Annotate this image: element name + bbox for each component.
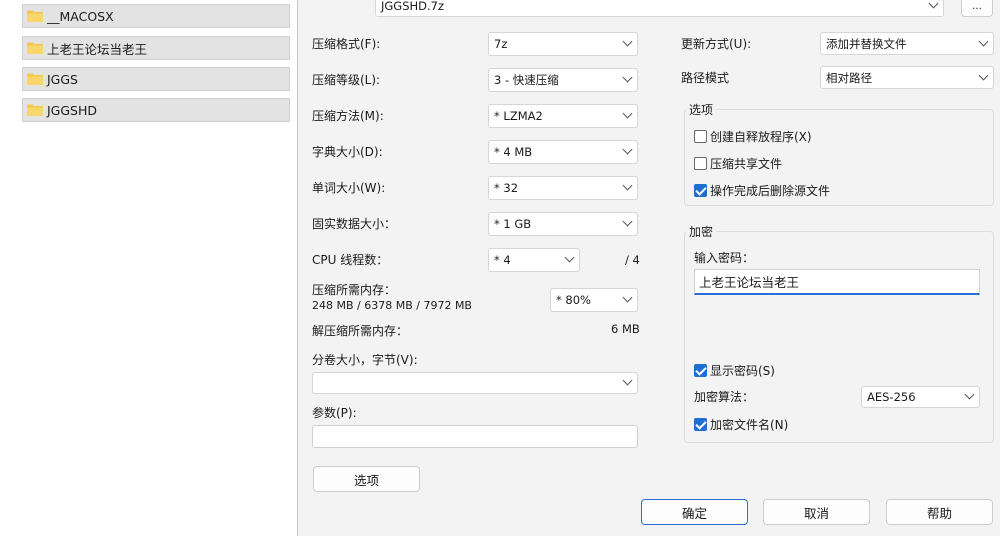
add-to-archive-dialog: JGGSHD.7z ... 压缩格式(F): 7z 压缩等级(L): 3 - 快… xyxy=(297,0,1000,536)
level-value: 3 - 快速压缩 xyxy=(494,73,559,87)
cancel-button[interactable]: 取消 xyxy=(763,499,870,525)
method-value: * LZMA2 xyxy=(494,109,543,123)
checkbox-box[interactable] xyxy=(694,130,707,143)
folder-icon xyxy=(27,73,43,85)
dict-label: 字典大小(D): xyxy=(312,145,383,159)
update-mode-value: 添加并替换文件 xyxy=(826,36,907,51)
params-input[interactable] xyxy=(312,425,638,448)
split-label: 分卷大小，字节(V): xyxy=(312,353,418,367)
file-name: 上老王论坛当老王 xyxy=(47,41,148,57)
format-value: 7z xyxy=(494,37,508,51)
chevron-down-icon xyxy=(564,252,575,263)
solid-select[interactable]: * 1 GB xyxy=(488,212,638,236)
chevron-down-icon xyxy=(928,0,939,9)
chevron-down-icon xyxy=(978,70,989,80)
threads-value: * 4 xyxy=(494,253,511,267)
encryption-group-title: 加密 xyxy=(686,223,717,240)
mem-usage-value: * 80% xyxy=(556,293,591,307)
word-value: * 32 xyxy=(494,181,519,195)
password-input[interactable]: 上老王论坛当老王 xyxy=(694,269,980,295)
update-mode-select[interactable]: 添加并替换文件 xyxy=(820,32,994,55)
threads-total: / 4 xyxy=(625,253,640,267)
format-label: 压缩格式(F): xyxy=(312,37,381,51)
solid-label: 固实数据大小： xyxy=(312,217,397,231)
list-item[interactable]: __MACOSX xyxy=(22,4,290,28)
help-button[interactable]: 帮助 xyxy=(886,499,993,525)
chevron-down-icon xyxy=(964,389,975,400)
chevron-down-icon xyxy=(622,375,633,386)
threads-label: CPU 线程数： xyxy=(312,253,389,267)
browse-button[interactable]: ... xyxy=(961,0,993,17)
mem-label: 压缩所需内存： xyxy=(312,283,397,297)
compress-shared-checkbox[interactable]: 压缩共享文件 xyxy=(694,155,782,172)
folder-icon xyxy=(27,104,43,116)
list-item[interactable]: 上老王论坛当老王 xyxy=(22,36,290,60)
level-select[interactable]: 3 - 快速压缩 xyxy=(488,68,638,92)
list-item[interactable]: JGGSHD xyxy=(22,98,290,122)
file-name: __MACOSX xyxy=(47,8,114,24)
word-label: 单词大小(W): xyxy=(312,181,386,195)
delete-after-checkbox[interactable]: 操作完成后删除源文件 xyxy=(694,182,830,199)
file-list: __MACOSX 上老王论坛当老王 JGGS JGGSHD xyxy=(0,0,290,536)
archive-name-combo[interactable]: JGGSHD.7z xyxy=(375,0,944,17)
level-label: 压缩等级(L): xyxy=(312,73,381,87)
method-select[interactable]: * LZMA2 xyxy=(488,104,638,128)
folder-icon xyxy=(27,42,43,54)
dict-select[interactable]: * 4 MB xyxy=(488,140,638,164)
password-label: 输入密码： xyxy=(694,251,755,265)
chevron-down-icon xyxy=(622,216,633,227)
chevron-down-icon xyxy=(622,36,633,47)
file-name: JGGS xyxy=(47,71,78,87)
split-size-combo[interactable] xyxy=(312,372,638,394)
enc-method-select[interactable]: AES-256 xyxy=(861,386,980,408)
checkbox-checked[interactable] xyxy=(694,184,707,197)
chevron-down-icon xyxy=(978,36,989,46)
chevron-down-icon xyxy=(622,292,633,303)
options-button[interactable]: 选项 xyxy=(313,466,420,492)
format-select[interactable]: 7z xyxy=(488,32,638,56)
decomp-label: 解压缩所需内存： xyxy=(312,324,409,338)
threads-select[interactable]: * 4 xyxy=(488,248,580,272)
options-group-title: 选项 xyxy=(686,101,717,118)
encrypt-names-label: 加密文件名(N) xyxy=(710,418,789,432)
show-password-checkbox[interactable]: 显示密码(S) xyxy=(694,362,775,379)
enc-method-label: 加密算法： xyxy=(694,390,755,404)
list-item[interactable]: JGGS xyxy=(22,67,290,91)
create-sfx-checkbox[interactable]: 创建自释放程序(X) xyxy=(694,128,812,145)
checkbox-checked[interactable] xyxy=(694,418,707,431)
chevron-down-icon xyxy=(622,72,633,83)
params-label: 参数(P): xyxy=(312,406,357,420)
archive-name-value: JGGSHD.7z xyxy=(381,0,445,13)
chevron-down-icon xyxy=(622,108,633,119)
show-password-label: 显示密码(S) xyxy=(710,364,775,378)
file-name: JGGSHD xyxy=(47,102,98,118)
solid-value: * 1 GB xyxy=(494,217,532,231)
update-label: 更新方式(U): xyxy=(681,37,752,51)
path-mode-select[interactable]: 相对路径 xyxy=(820,66,994,89)
path-mode-label: 路径模式 xyxy=(681,71,730,85)
compress-shared-label: 压缩共享文件 xyxy=(710,157,783,171)
folder-icon xyxy=(27,10,43,22)
mem-usage-select[interactable]: * 80% xyxy=(550,288,638,312)
word-select[interactable]: * 32 xyxy=(488,176,638,200)
chevron-down-icon xyxy=(622,180,633,191)
dict-value: * 4 MB xyxy=(494,145,533,159)
mem-detail: 248 MB / 6378 MB / 7972 MB xyxy=(312,299,472,312)
method-label: 压缩方法(M): xyxy=(312,109,384,123)
enc-method-value: AES-256 xyxy=(867,390,916,404)
path-mode-value: 相对路径 xyxy=(826,70,872,85)
ok-button[interactable]: 确定 xyxy=(641,499,748,525)
checkbox-checked[interactable] xyxy=(694,364,707,377)
decomp-value: 6 MB xyxy=(611,322,640,336)
checkbox-box[interactable] xyxy=(694,157,707,170)
create-sfx-label: 创建自释放程序(X) xyxy=(710,130,812,144)
encrypt-names-checkbox[interactable]: 加密文件名(N) xyxy=(694,416,788,433)
delete-after-label: 操作完成后删除源文件 xyxy=(710,184,831,198)
chevron-down-icon xyxy=(622,144,633,155)
